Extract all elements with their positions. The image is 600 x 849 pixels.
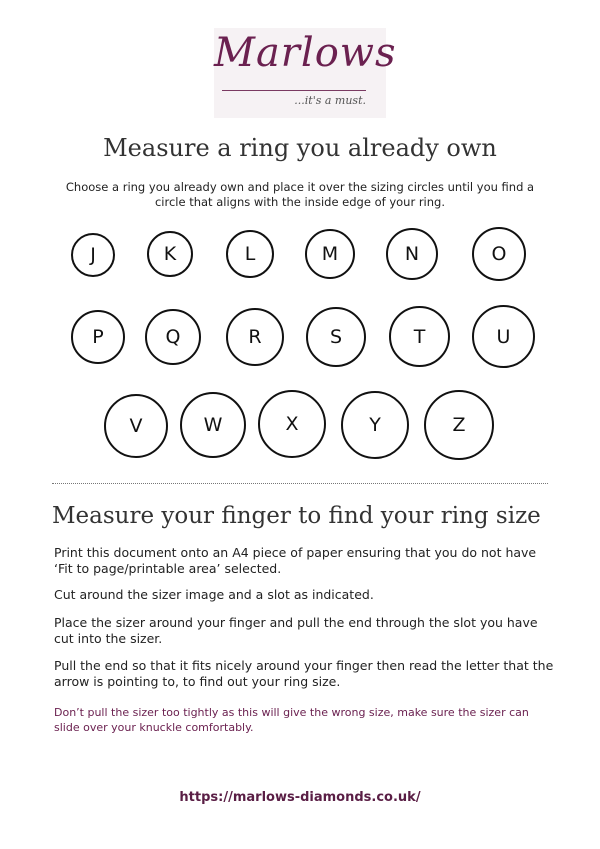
ring-circle-Y: Y [341, 391, 409, 459]
ring-circle-K: K [147, 231, 193, 277]
ring-circle-S: S [306, 307, 366, 367]
ring-circle-X: X [258, 390, 326, 458]
ring-circle-O: O [472, 227, 526, 281]
ring-circle-J: J [71, 233, 115, 277]
section1-intro: Choose a ring you already own and place … [65, 180, 535, 209]
instruction-2: Cut around the sizer image and a slot as… [54, 587, 374, 602]
instruction-4: Pull the end so that it fits nicely arou… [54, 658, 554, 689]
section2-title: Measure your finger to find your ring si… [52, 503, 541, 529]
instruction-3: Place the sizer around your finger and p… [54, 615, 538, 646]
ring-circle-Q: Q [145, 309, 201, 365]
instruction-note: Don’t pull the sizer too tightly as this… [54, 706, 529, 734]
footer-url[interactable]: https://marlows-diamonds.co.uk/ [0, 790, 600, 805]
ring-circle-N: N [386, 228, 438, 280]
logo: Marlows ...it's a must. [214, 28, 397, 118]
ring-circle-R: R [226, 308, 284, 366]
logo-tagline: ...it's a must. [294, 94, 366, 107]
ring-circle-V: V [104, 394, 168, 458]
ring-circle-Z: Z [424, 390, 494, 460]
instruction-1: Print this document onto an A4 piece of … [54, 545, 537, 576]
ring-circle-U: U [472, 305, 535, 368]
logo-underline [222, 90, 366, 91]
logo-wordmark: Marlows [214, 30, 397, 76]
ring-circle-P: P [71, 310, 125, 364]
ring-circle-L: L [226, 230, 274, 278]
section-divider [52, 483, 548, 484]
section1-title: Measure a ring you already own [103, 134, 497, 162]
ring-circle-T: T [389, 306, 450, 367]
ring-circle-W: W [180, 392, 246, 458]
ring-circle-M: M [305, 229, 355, 279]
